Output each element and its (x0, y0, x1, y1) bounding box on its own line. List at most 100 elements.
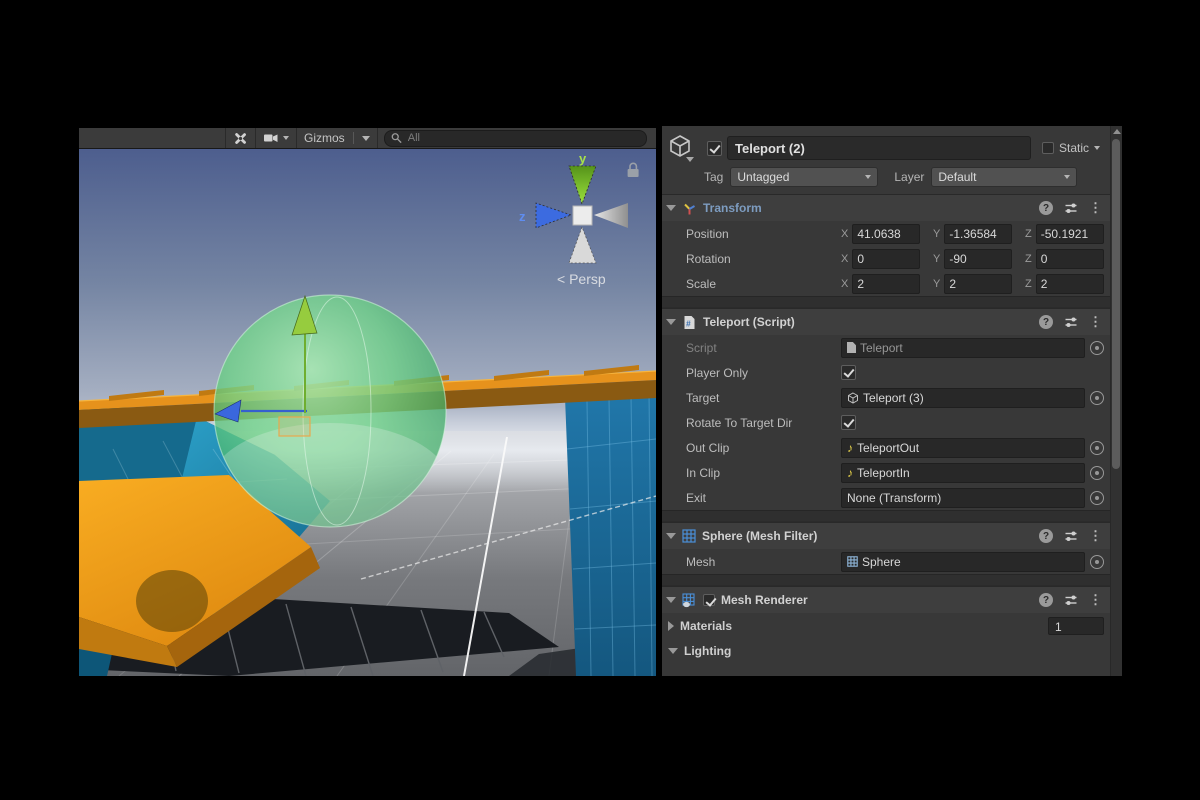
in-clip-object-field[interactable]: TeleportIn (841, 462, 1086, 483)
scrollbar-thumb[interactable] (1112, 139, 1121, 469)
out-clip-label: Out Clip (686, 440, 730, 455)
presets-icon[interactable] (1064, 529, 1078, 543)
kebab-menu-icon[interactable] (1089, 593, 1102, 607)
presets-icon[interactable] (1064, 593, 1078, 607)
active-checkbox[interactable] (707, 140, 722, 156)
inspector-panel: Static Tag Untagged Layer Default (662, 126, 1122, 676)
kebab-menu-icon[interactable] (1089, 201, 1102, 215)
object-picker-icon[interactable] (1090, 340, 1105, 355)
help-icon[interactable] (1039, 201, 1054, 215)
mesh-filter-header[interactable]: Sphere (Mesh Filter) (662, 522, 1111, 549)
axis-y-label: Y (933, 277, 941, 290)
scene-search-box[interactable] (383, 129, 647, 147)
position-label: Position (686, 226, 729, 241)
position-row: Position X 41.0638 Y -1.36584 Z -50.1921 (662, 221, 1110, 246)
teleport-script-header[interactable]: # Teleport (Script) (662, 308, 1111, 335)
teleport-script-title: Teleport (Script) (703, 315, 795, 329)
script-value: Teleport (860, 340, 903, 355)
position-x-field[interactable]: 41.0638 (852, 223, 921, 244)
rotation-x-field[interactable]: 0 (852, 248, 921, 269)
axis-z-label: Z (1025, 252, 1032, 265)
foldout-icon[interactable] (666, 319, 676, 325)
static-checkbox[interactable] (1042, 142, 1055, 154)
exit-row: Exit None (Transform) (662, 485, 1110, 510)
position-z-field[interactable]: -50.1921 (1035, 223, 1105, 244)
object-picker-icon[interactable] (1090, 490, 1105, 505)
player-only-label: Player Only (686, 365, 749, 380)
static-dropdown[interactable]: Static (1036, 141, 1104, 155)
target-object-field[interactable]: Teleport (3) (841, 387, 1086, 408)
player-only-checkbox[interactable] (841, 365, 856, 380)
lighting-row[interactable]: Lighting (662, 638, 1110, 663)
scale-y-field[interactable]: 2 (944, 273, 1013, 294)
help-icon[interactable] (1039, 593, 1054, 607)
search-input[interactable] (405, 131, 640, 145)
script-object-field[interactable]: Teleport (841, 337, 1086, 358)
foldout-icon[interactable] (666, 205, 676, 211)
scale-label: Scale (686, 276, 717, 291)
mesh-row: Mesh Sphere (662, 549, 1110, 574)
in-clip-value: TeleportIn (857, 465, 910, 480)
gizmo-center-cube[interactable] (572, 205, 593, 226)
audio-clip-icon (847, 442, 853, 454)
presets-icon[interactable] (1064, 315, 1078, 329)
object-picker-icon[interactable] (1090, 390, 1105, 405)
inspector-scrollbar[interactable] (1110, 126, 1122, 676)
static-label: Static (1059, 141, 1090, 155)
camera-view-dropdown[interactable] (256, 128, 297, 148)
exit-object-field[interactable]: None (Transform) (841, 487, 1086, 508)
foldout-icon[interactable] (666, 533, 676, 539)
layer-dropdown[interactable]: Default (931, 167, 1078, 187)
chevron-down-icon (865, 175, 872, 179)
rotation-y-field[interactable]: -90 (944, 248, 1013, 269)
mesh-label: Mesh (686, 554, 716, 569)
object-picker-icon[interactable] (1090, 465, 1105, 480)
gizmo-y-label[interactable]: y (579, 151, 587, 166)
gameobject-icon-button[interactable] (668, 134, 702, 162)
tools-button[interactable] (226, 128, 256, 148)
kebab-menu-icon[interactable] (1089, 315, 1102, 329)
mesh-object-field[interactable]: Sphere (841, 551, 1086, 572)
materials-size-field[interactable]: 1 (1048, 616, 1105, 635)
out-clip-object-field[interactable]: TeleportOut (841, 437, 1086, 458)
axis-z-label: Z (1025, 277, 1032, 290)
move-plane-handle[interactable] (278, 416, 311, 437)
tag-dropdown[interactable]: Untagged (730, 167, 879, 187)
scroll-up-arrow-icon[interactable] (1112, 129, 1121, 134)
rotate-to-target-checkbox[interactable] (841, 415, 856, 430)
gameobject-name-field[interactable] (727, 136, 1032, 160)
scene-toolbar: Gizmos (79, 128, 656, 149)
foldout-icon[interactable] (668, 620, 674, 631)
presets-icon[interactable] (1064, 201, 1078, 215)
foldout-icon[interactable] (668, 647, 678, 654)
object-picker-icon[interactable] (1090, 554, 1105, 569)
mesh-value: Sphere (862, 554, 901, 569)
projection-label[interactable]: < Persp (557, 271, 606, 287)
toolbar-spacer (79, 128, 226, 148)
position-y-field[interactable]: -1.36584 (944, 223, 1013, 244)
blue-wall-right[interactable] (565, 385, 656, 676)
cube-icon (670, 135, 690, 157)
kebab-menu-icon[interactable] (1089, 529, 1102, 543)
transform-header[interactable]: Transform (662, 194, 1111, 221)
svg-text:#: # (686, 318, 691, 328)
help-icon[interactable] (1039, 315, 1054, 329)
object-picker-icon[interactable] (1090, 440, 1105, 455)
rotate-to-target-row: Rotate To Target Dir (662, 410, 1110, 435)
gizmo-z-label[interactable]: z (519, 209, 526, 224)
mesh-renderer-header[interactable]: Mesh Renderer (662, 586, 1111, 613)
scale-x-field[interactable]: 2 (852, 273, 921, 294)
in-clip-row: In Clip TeleportIn (662, 460, 1110, 485)
rotation-z-field[interactable]: 0 (1035, 248, 1105, 269)
layer-label: Layer (894, 170, 925, 184)
transform-title: Transform (703, 201, 762, 215)
mesh-renderer-enabled-checkbox[interactable] (703, 594, 715, 606)
gizmos-dropdown[interactable]: Gizmos (297, 128, 378, 148)
script-row: Script Teleport (662, 335, 1110, 360)
rotation-label: Rotation (686, 251, 731, 266)
scale-z-field[interactable]: 2 (1035, 273, 1105, 294)
foldout-icon[interactable] (666, 597, 676, 603)
scene-canvas[interactable]: y z < Persp (79, 149, 656, 676)
help-icon[interactable] (1039, 529, 1054, 543)
materials-row[interactable]: Materials 1 (662, 613, 1110, 638)
